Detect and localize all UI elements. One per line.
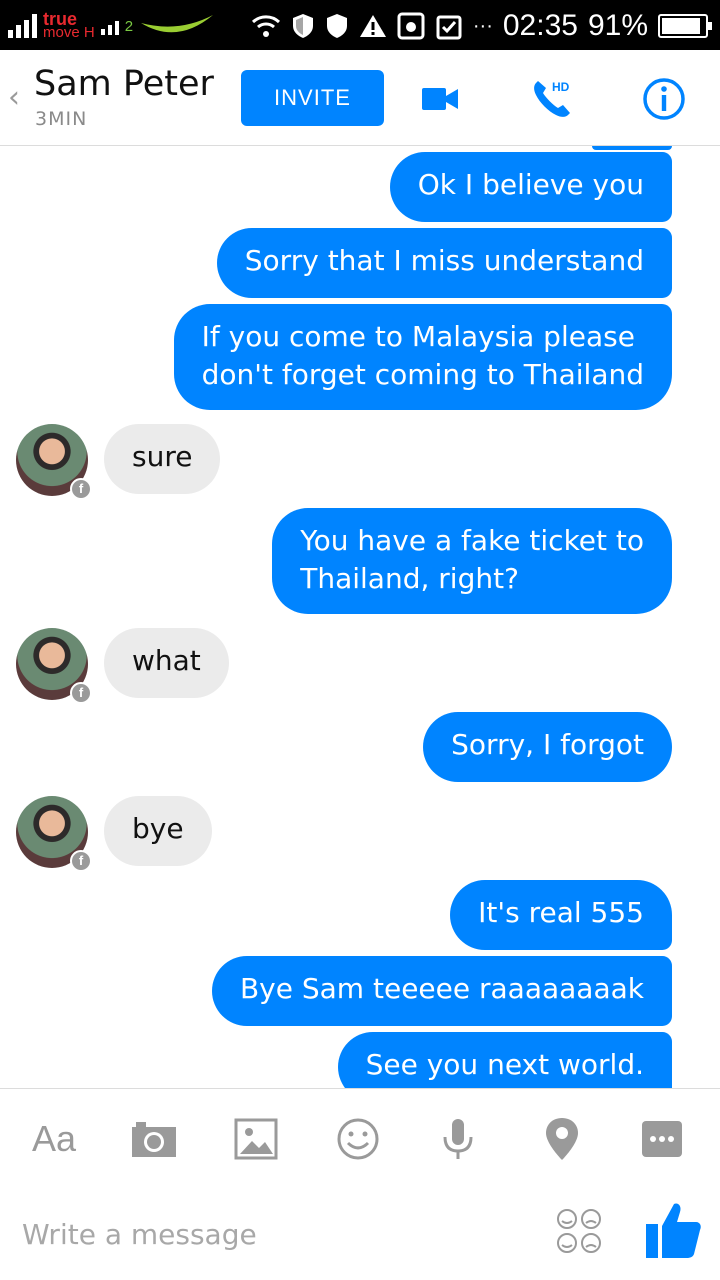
sticker-emoji-icon[interactable] <box>556 1208 602 1254</box>
composer-toolbar: Aa <box>0 1088 720 1184</box>
message-text: Bye Sam teeeee raaaaaaaak <box>239 972 644 1005</box>
avatar[interactable]: f <box>16 424 92 500</box>
network-badge: 2 <box>124 17 134 35</box>
message-text: You have a fake ticket to <box>300 524 644 557</box>
message-outgoing[interactable]: It's real 555 <box>450 880 672 950</box>
message-text: Sorry, I forgot <box>451 728 644 761</box>
conversation-header: ‹ Sam Peter 3MIN INVITE HD <box>0 50 720 146</box>
message-text: bye <box>132 812 184 845</box>
status-bar: true move H 2 ··· 02:35 91% <box>0 0 720 50</box>
message-text: what <box>132 644 201 677</box>
facebook-badge-icon: f <box>70 682 92 704</box>
message-outgoing[interactable]: You have a fake ticket to Thailand, righ… <box>272 508 672 614</box>
clock: 02:35 <box>502 9 578 42</box>
carrier-logo: true move H <box>43 10 95 41</box>
screenshot-icon <box>397 12 425 40</box>
phone-hd-icon[interactable]: HD <box>528 75 576 123</box>
invite-button[interactable]: INVITE <box>241 70 384 126</box>
message-outgoing[interactable]: See you next world. <box>337 1032 672 1088</box>
svg-text:HD: HD <box>552 80 570 94</box>
carrier-swoosh-icon <box>141 15 214 33</box>
info-icon[interactable] <box>640 75 688 123</box>
message-text: See you next world. <box>365 1048 644 1081</box>
message-composer <box>0 1184 720 1280</box>
facebook-badge-icon: f <box>70 478 92 500</box>
message-input[interactable] <box>22 1212 522 1256</box>
message-text: If you come to Malaysia please <box>201 320 635 353</box>
shield-icon <box>326 14 347 38</box>
message-text: It's real 555 <box>478 896 644 929</box>
status-right: ··· 02:35 91% <box>251 8 712 44</box>
back-chevron-icon[interactable]: ‹ <box>8 80 20 115</box>
location-pin-icon[interactable] <box>538 1115 586 1163</box>
contact-active-status: 3MIN <box>35 108 88 130</box>
message-text: sure <box>132 440 193 473</box>
avatar[interactable]: f <box>16 796 92 872</box>
warning-icon <box>359 15 386 37</box>
facebook-badge-icon: f <box>70 850 92 872</box>
message-outgoing[interactable]: Sorry that I miss understand <box>216 228 672 298</box>
microphone-icon[interactable] <box>434 1115 482 1163</box>
battery-percent: 91% <box>587 9 648 42</box>
like-thumbs-up-icon[interactable] <box>644 1200 702 1260</box>
second-signal-icon <box>100 17 119 35</box>
message-text: Sorry that I miss understand <box>244 244 644 277</box>
message-outgoing[interactable]: Sorry, I forgot <box>423 712 672 782</box>
status-left: true move H 2 <box>8 8 215 44</box>
video-camera-icon[interactable] <box>416 75 464 123</box>
message-text: Thailand, right? <box>300 562 519 595</box>
message-incoming[interactable]: sure <box>104 424 221 494</box>
text-format-button[interactable]: Aa <box>28 1115 80 1163</box>
previous-message-edge <box>592 146 672 150</box>
carrier-name-line2: move H <box>43 24 95 41</box>
message-outgoing[interactable]: If you come to Malaysia please don't for… <box>173 304 672 410</box>
avatar[interactable]: f <box>16 628 92 704</box>
camera-icon[interactable] <box>130 1115 178 1163</box>
signal-strength-icon <box>8 14 37 38</box>
message-list[interactable]: Ok I believe you Sorry that I miss under… <box>0 146 720 1088</box>
message-text: Ok I believe you <box>417 168 644 201</box>
message-incoming[interactable]: bye <box>104 796 212 866</box>
clipboard-check-icon <box>436 15 462 40</box>
contact-name[interactable]: Sam Peter <box>34 64 214 104</box>
more-icon[interactable] <box>638 1115 686 1163</box>
text-format-label: Aa <box>31 1118 77 1159</box>
wifi-icon <box>251 15 280 37</box>
battery-icon <box>658 14 712 38</box>
shield-icon <box>292 14 313 38</box>
message-incoming[interactable]: what <box>104 628 229 698</box>
emoji-icon[interactable] <box>334 1115 382 1163</box>
more-notifications-icon: ··· <box>472 14 493 37</box>
message-outgoing[interactable]: Ok I believe you <box>389 152 672 222</box>
message-text: don't forget coming to Thailand <box>201 358 644 391</box>
message-outgoing[interactable]: Bye Sam teeeee raaaaaaaak <box>211 956 672 1026</box>
gallery-icon[interactable] <box>232 1115 280 1163</box>
